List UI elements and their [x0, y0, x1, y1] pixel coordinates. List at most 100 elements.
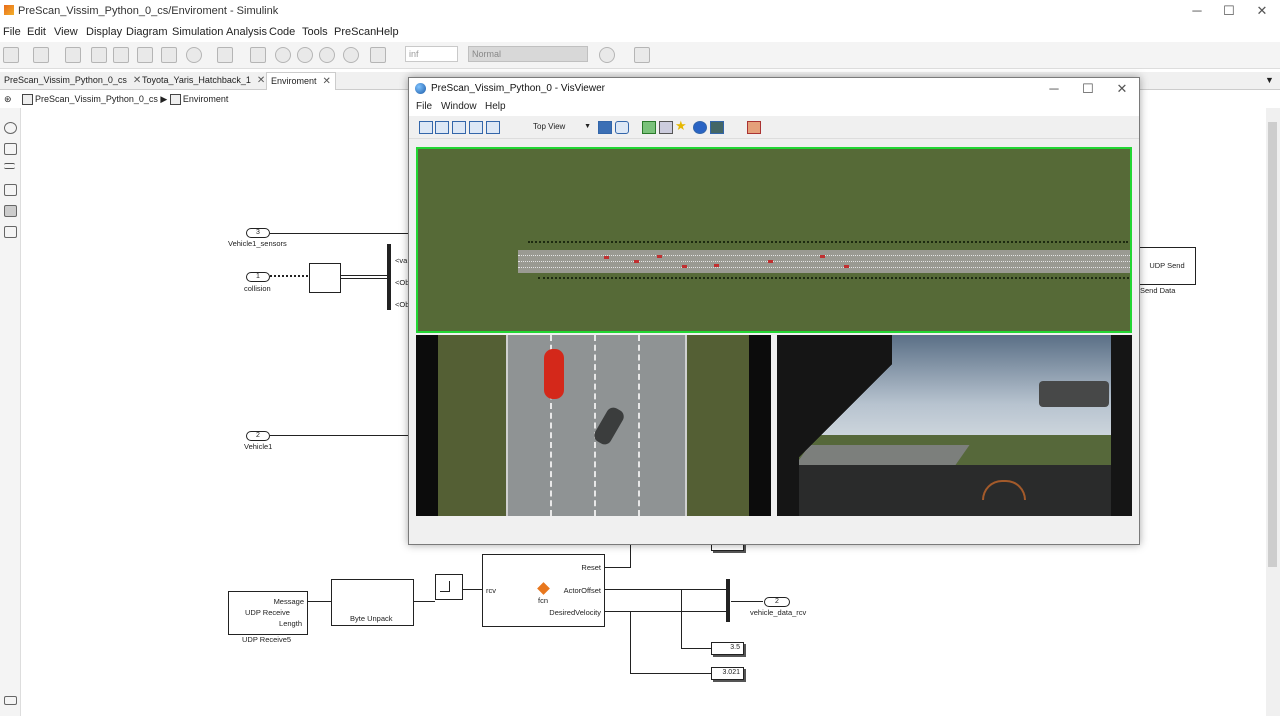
- outport-2[interactable]: 2: [764, 597, 790, 607]
- model-advisor-icon[interactable]: [599, 47, 615, 63]
- visviewer-close-button[interactable]: ✕: [1105, 78, 1139, 100]
- visviewer-window[interactable]: PreScan_Vissim_Python_0 - VisViewer ─ ☐ …: [408, 77, 1140, 545]
- udp-receive-block[interactable]: Message UDP Receive Length: [228, 591, 308, 635]
- vehicle-marker: [844, 265, 849, 268]
- scope-icon[interactable]: [370, 47, 386, 63]
- inport-2[interactable]: 2: [246, 431, 270, 441]
- display-block[interactable]: 3.021: [711, 667, 744, 680]
- visviewer-minimize-button[interactable]: ─: [1037, 78, 1071, 100]
- switch-block[interactable]: [309, 263, 341, 293]
- vis-menu-file[interactable]: File: [416, 101, 432, 112]
- library-browser-icon[interactable]: [161, 47, 177, 63]
- tab-enviroment[interactable]: Enviroment ✕: [266, 72, 336, 90]
- minimize-button[interactable]: ─: [1180, 0, 1214, 22]
- stop-icon[interactable]: [343, 47, 359, 63]
- zoom-icon[interactable]: [4, 122, 17, 134]
- forward-icon[interactable]: [113, 47, 129, 63]
- visviewer-maximize-button[interactable]: ☐: [1071, 78, 1105, 100]
- matlab-icon: [4, 5, 14, 15]
- road-lanes: [506, 335, 687, 516]
- display-settings-icon[interactable]: [710, 121, 724, 134]
- open-icon[interactable]: [33, 47, 49, 63]
- simulation-mode-select[interactable]: Normal: [468, 46, 588, 62]
- matlab-function-block[interactable]: rcv fcn Reset ActorOffset DesiredVelocit…: [482, 554, 605, 627]
- menu-tools[interactable]: Tools: [302, 26, 328, 38]
- mux-block[interactable]: [726, 579, 730, 622]
- signal-line: [630, 611, 631, 674]
- menu-display[interactable]: Display: [86, 26, 122, 38]
- layout-quad-icon[interactable]: [486, 121, 500, 134]
- pick-tool-icon[interactable]: [642, 121, 656, 134]
- toolbar: inf Normal: [0, 42, 1280, 69]
- model-explorer-icon[interactable]: [217, 47, 233, 63]
- fcn-output-reset: Reset: [581, 563, 601, 572]
- help-icon[interactable]: [693, 121, 707, 134]
- explorer-toggle-icon[interactable]: ⊛: [4, 94, 12, 105]
- layout-horizontal-split-icon[interactable]: [452, 121, 466, 134]
- save-icon[interactable]: [65, 47, 81, 63]
- view-select-value: Top View: [533, 122, 566, 131]
- vis-menu-window[interactable]: Window: [441, 101, 477, 112]
- layout-vertical-split-icon[interactable]: [435, 121, 449, 134]
- star-icon[interactable]: ★: [675, 118, 687, 134]
- byte-unpack-block[interactable]: Byte Unpack: [331, 579, 414, 626]
- menu-view[interactable]: View: [54, 26, 78, 38]
- bus-selector-block[interactable]: [387, 244, 391, 310]
- back-icon[interactable]: [91, 47, 107, 63]
- area-icon[interactable]: [4, 226, 17, 238]
- build-icon[interactable]: [634, 47, 650, 63]
- black-border: [749, 335, 771, 516]
- tab-toyota-yaris[interactable]: Toyota_Yaris_Hatchback_1 ✕: [138, 72, 269, 89]
- menu-file[interactable]: File: [3, 26, 21, 38]
- menu-edit[interactable]: Edit: [27, 26, 46, 38]
- scrollbar-thumb[interactable]: [1268, 122, 1277, 567]
- route-lines-icon[interactable]: [4, 163, 15, 169]
- menu-analysis[interactable]: Analysis: [226, 26, 267, 38]
- breadcrumb-current[interactable]: Enviroment: [183, 94, 229, 104]
- hide-icon[interactable]: [4, 696, 17, 705]
- tab-prescan-vissim[interactable]: PreScan_Vissim_Python_0_cs ✕: [0, 72, 145, 89]
- database-icon[interactable]: [615, 121, 629, 134]
- display-block[interactable]: 3.5: [711, 642, 744, 655]
- tab-dropdown-icon[interactable]: ▼: [1265, 75, 1274, 85]
- up-icon[interactable]: [137, 47, 153, 63]
- udp-send-block[interactable]: UDP Send: [1138, 247, 1196, 285]
- menu-simulation[interactable]: Simulation: [172, 26, 223, 38]
- layout-single-icon[interactable]: [419, 121, 433, 134]
- maximize-button[interactable]: ☐: [1212, 0, 1246, 22]
- vis-menu-help[interactable]: Help: [485, 101, 506, 112]
- close-tab-icon[interactable]: ✕: [323, 76, 331, 87]
- fit-view-icon[interactable]: [4, 143, 17, 155]
- record-icon[interactable]: [747, 121, 761, 134]
- pause-icon[interactable]: [297, 47, 313, 63]
- rewind-icon[interactable]: [275, 47, 291, 63]
- inport-3[interactable]: 3: [246, 228, 270, 238]
- step-forward-icon[interactable]: [319, 47, 335, 63]
- red-car: [544, 349, 564, 399]
- menu-prescan[interactable]: PreScan: [334, 26, 376, 38]
- driver-camera-panel[interactable]: [777, 335, 1132, 516]
- home-view-icon[interactable]: [659, 121, 673, 134]
- step-block[interactable]: [435, 574, 463, 600]
- close-button[interactable]: ✕: [1245, 0, 1279, 22]
- signal-line: [341, 275, 387, 279]
- close-tab-icon[interactable]: ✕: [257, 75, 265, 86]
- menu-help[interactable]: Help: [376, 26, 399, 38]
- save-view-icon[interactable]: [598, 121, 612, 134]
- view-select[interactable]: Top View ▼: [517, 119, 595, 134]
- new-model-icon[interactable]: [3, 47, 19, 63]
- step-back-icon[interactable]: [250, 47, 266, 63]
- layout-three-icon[interactable]: [469, 121, 483, 134]
- model-config-icon[interactable]: [186, 47, 202, 63]
- vehicle-marker: [714, 264, 719, 267]
- stop-time-input[interactable]: inf: [405, 46, 458, 62]
- chase-camera-panel[interactable]: [416, 335, 771, 516]
- top-view-panel[interactable]: [416, 147, 1132, 333]
- inport-1[interactable]: 1: [246, 272, 270, 282]
- menu-diagram[interactable]: Diagram: [126, 26, 168, 38]
- menu-code[interactable]: Code: [269, 26, 295, 38]
- annotation-icon[interactable]: [4, 184, 17, 196]
- breadcrumb-root[interactable]: PreScan_Vissim_Python_0_cs: [35, 94, 158, 104]
- image-icon[interactable]: [4, 205, 17, 217]
- visviewer-title-bar[interactable]: PreScan_Vissim_Python_0 - VisViewer ─ ☐ …: [409, 78, 1139, 100]
